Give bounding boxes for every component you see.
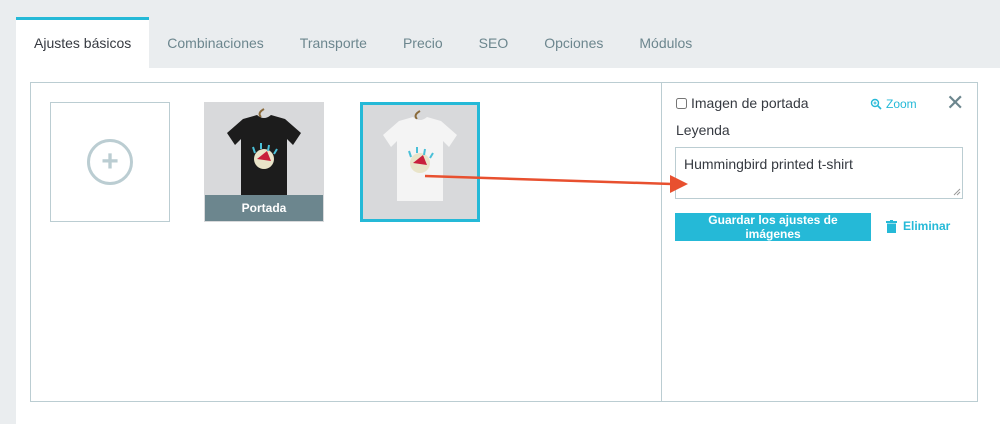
tab-bar: Ajustes básicos Combinaciones Transporte… bbox=[16, 17, 1000, 68]
tab-combinations[interactable]: Combinaciones bbox=[149, 17, 282, 68]
tab-modules[interactable]: Módulos bbox=[621, 17, 710, 68]
cover-checkbox-label: Imagen de portada bbox=[691, 95, 809, 111]
zoom-label: Zoom bbox=[886, 97, 917, 111]
cover-image-checkbox[interactable]: Imagen de portada bbox=[676, 95, 809, 111]
caption-label: Leyenda bbox=[676, 122, 730, 138]
delete-label: Eliminar bbox=[903, 219, 951, 233]
resize-handle-icon[interactable] bbox=[953, 188, 961, 196]
close-icon[interactable]: ✕ bbox=[946, 92, 964, 114]
tab-pricing[interactable]: Precio bbox=[385, 17, 461, 68]
tab-shipping[interactable]: Transporte bbox=[282, 17, 385, 68]
zoom-link[interactable]: Zoom bbox=[870, 97, 917, 111]
sidebar-divider bbox=[661, 82, 662, 402]
caption-textarea[interactable]: Hummingbird printed t-shirt bbox=[675, 147, 963, 199]
cover-badge: Portada bbox=[205, 195, 323, 221]
image-thumbnail-selected[interactable] bbox=[360, 102, 480, 222]
trash-icon bbox=[886, 219, 897, 233]
tab-basic-settings[interactable]: Ajustes básicos bbox=[16, 17, 150, 68]
images-box bbox=[30, 82, 978, 402]
delete-image-button[interactable]: Eliminar bbox=[886, 219, 950, 233]
cover-checkbox-input[interactable] bbox=[676, 97, 687, 109]
save-image-settings-button[interactable]: Guardar los ajustes de imágenes bbox=[675, 213, 871, 241]
zoom-icon bbox=[870, 98, 882, 110]
tshirt-white-image bbox=[363, 105, 477, 219]
plus-circle-icon: + bbox=[87, 139, 133, 185]
image-thumbnail-cover[interactable]: Portada bbox=[204, 102, 324, 222]
tab-options[interactable]: Opciones bbox=[526, 17, 621, 68]
tab-seo[interactable]: SEO bbox=[461, 17, 527, 68]
add-image-button[interactable]: + bbox=[50, 102, 170, 222]
